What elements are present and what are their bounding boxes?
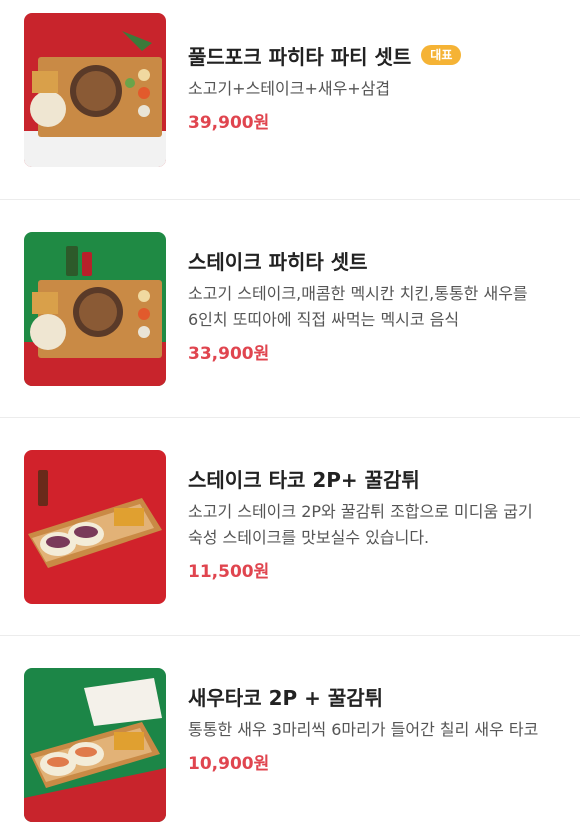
menu-item-title: 풀드포크 파히타 파티 셋트 — [188, 44, 412, 69]
steak-fajita-image — [24, 232, 166, 386]
menu-item-description: 통통한 새우 3마리씩 6마리가 들어간 칠리 새우 타코 — [188, 720, 539, 739]
menu-item[interactable]: 새우타코 2P + 꿀감튀 통통한 새우 3마리씩 6마리가 들어간 칠리 새우… — [0, 636, 580, 839]
menu-item-description: 소고기+스테이크+새우+삼겹 — [188, 79, 391, 98]
menu-item-image[interactable] — [24, 232, 166, 386]
menu-item-image[interactable] — [24, 13, 166, 167]
menu-item-title: 스테이크 타코 2P+ 꿀감튀 — [188, 467, 420, 492]
menu-item[interactable]: 스테이크 타코 2P+ 꿀감튀 소고기 스테이크 2P와 꿀감튀 조합으로 미디… — [0, 418, 580, 636]
menu-item-price: 10,900원 — [188, 754, 270, 774]
menu-item-image[interactable] — [24, 668, 166, 822]
menu-item-description: 소고기 스테이크,매콤한 멕시칸 치킨,통통한 새우를 6인치 또띠아에 직접 … — [188, 284, 528, 329]
fajita-platter-image — [24, 13, 166, 167]
menu-item-price: 33,900원 — [188, 344, 270, 364]
steak-taco-image — [24, 450, 166, 604]
menu-item[interactable]: 스테이크 파히타 셋트 소고기 스테이크,매콤한 멕시칸 치킨,통통한 새우를 … — [0, 200, 580, 418]
menu-item-title: 새우타코 2P + 꿀감튀 — [188, 685, 384, 710]
menu-item[interactable]: 풀드포크 파히타 파티 셋트 대표 소고기+스테이크+새우+삼겹 39,900원 — [0, 0, 580, 200]
menu-item-description: 소고기 스테이크 2P와 꿀감튀 조합으로 미디움 굽기 숙성 스테이크를 맛보… — [188, 502, 533, 547]
menu-item-image[interactable] — [24, 450, 166, 604]
signature-badge: 대표 — [421, 45, 462, 65]
menu-list: 풀드포크 파히타 파티 셋트 대표 소고기+스테이크+새우+삼겹 39,900원 — [0, 0, 580, 839]
menu-item-title: 스테이크 파히타 셋트 — [188, 249, 368, 274]
menu-item-price: 39,900원 — [188, 113, 270, 133]
menu-item-price: 11,500원 — [188, 562, 270, 582]
shrimp-taco-image — [24, 668, 166, 822]
